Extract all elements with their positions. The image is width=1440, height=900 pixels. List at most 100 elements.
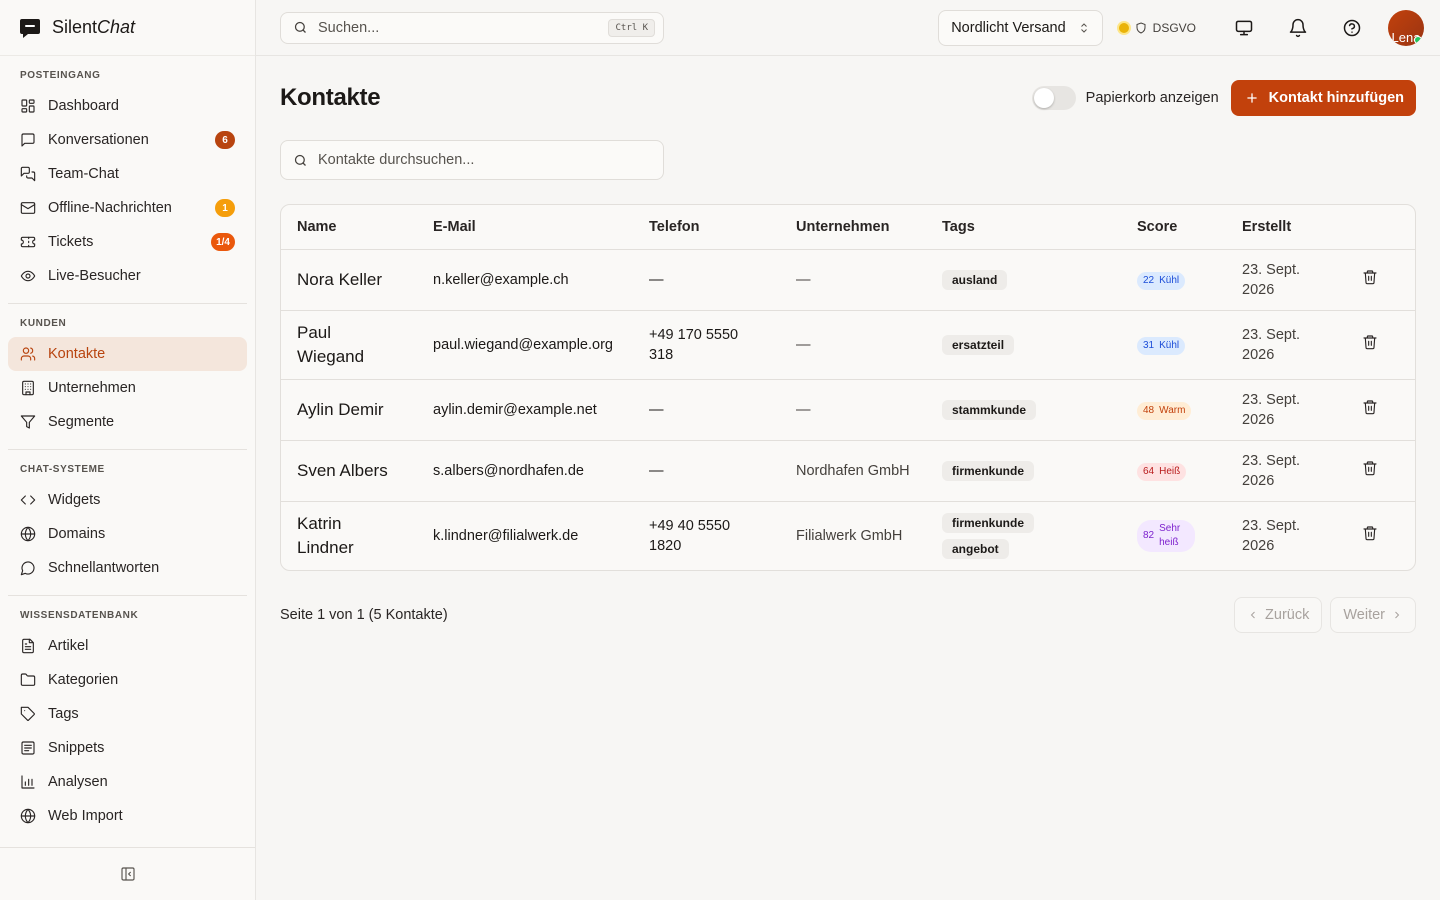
sidebar-item-analysen[interactable]: Analysen: [8, 765, 247, 799]
contact-phone: —: [633, 379, 780, 441]
contact-tags: firmenkunde angebot: [926, 501, 1121, 570]
plus-icon: [1246, 93, 1257, 103]
online-indicator: [1414, 35, 1422, 44]
sidebar-item-artikel[interactable]: Artikel: [8, 629, 247, 663]
contacts-table: Name E-Mail Telefon Unternehmen Tags Score Ers…: [280, 204, 1416, 571]
brand[interactable]: SilentChat: [0, 0, 255, 56]
nav-section: CHAT-SYSTEME Widgets Domains Schnellantwort…: [8, 450, 247, 596]
delete-contact-button[interactable]: [1346, 501, 1415, 570]
contact-search-input[interactable]: [318, 152, 651, 168]
sidebar-item-offline-nachrichten[interactable]: Offline-Nachrichten 1: [8, 191, 247, 225]
user-avatar[interactable]: Lena: [1388, 9, 1424, 46]
sidebar-nav: POSTEINGANG Dashboard Konversationen 6 Team-…: [0, 56, 255, 847]
delete-contact-button[interactable]: [1346, 379, 1415, 441]
table-row[interactable]: Aylin Demir aylin.demir@example.net — — stam…: [281, 379, 1415, 441]
nav-section-heading: KUNDEN: [20, 318, 67, 329]
table-row[interactable]: Katrin Lindner k.lindner@filialwerk.de +49…: [281, 501, 1415, 570]
notifications-button[interactable]: [1280, 10, 1316, 46]
sidebar-item-label: Dashboard: [48, 98, 119, 114]
trash-icon: [1363, 460, 1377, 475]
chat-logo-icon: [20, 18, 40, 38]
monitor-icon: [1235, 20, 1253, 35]
add-contact-button[interactable]: Kontakt hinzufügen: [1230, 80, 1416, 116]
page-header: Kontakte Papierkorb anzeigen Kontakt hin…: [280, 80, 1416, 116]
contact-email: s.albers@nordhafen.de: [417, 440, 633, 502]
contact-name[interactable]: Sven Albers: [281, 440, 417, 502]
table-header-row: Name E-Mail Telefon Unternehmen Tags Score Ers…: [281, 205, 1415, 250]
chevron-right-icon: [1395, 611, 1400, 618]
count-badge: 1: [215, 199, 235, 217]
monitor-button[interactable]: [1226, 10, 1262, 46]
column-header: Erstellt: [1226, 205, 1346, 250]
score-label: Heiß: [1159, 466, 1181, 477]
sidebar-item-label: Kontakte: [48, 346, 106, 362]
contact-email: paul.wiegand@example.org: [417, 310, 633, 380]
tag-chip: stammkunde: [942, 399, 1037, 420]
sidebar-item-unternehmen[interactable]: Unternehmen: [8, 371, 247, 405]
trash-icon: [1363, 525, 1377, 540]
table-row[interactable]: Sven Albers s.albers@nordhafen.de — Nordhaf…: [281, 440, 1415, 502]
sidebar-item-widgets[interactable]: Widgets: [8, 483, 247, 517]
contact-tags: firmenkunde: [926, 440, 1121, 502]
sidebar-item-dashboard[interactable]: Dashboard: [8, 89, 247, 123]
sidebar-item-konversationen[interactable]: Konversationen 6: [8, 123, 247, 157]
contact-name[interactable]: Paul Wiegand: [281, 310, 417, 380]
compliance-status[interactable]: DSGVO: [1118, 21, 1196, 35]
next-page-button[interactable]: Weiter: [1330, 596, 1416, 633]
score-badge: 22 Kühl: [1137, 272, 1186, 290]
previous-page-button[interactable]: Zurück: [1234, 596, 1323, 633]
message-circle-icon: [20, 560, 36, 576]
sidebar-item-label: Konversationen: [48, 132, 149, 148]
table-row[interactable]: Nora Keller n.keller@example.ch — — ausland 2…: [281, 249, 1415, 311]
column-header: Score: [1121, 205, 1226, 250]
contact-name[interactable]: Nora Keller: [281, 249, 417, 311]
contact-tags: ausland: [926, 249, 1121, 311]
sidebar-item-domains[interactable]: Domains: [8, 517, 247, 551]
sidebar-item-label: Offline-Nachrichten: [48, 200, 172, 216]
trash-toggle-label: Papierkorb anzeigen: [1085, 90, 1219, 106]
help-button[interactable]: [1334, 10, 1370, 46]
score-badge: 48 Warm: [1137, 402, 1192, 420]
sidebar-collapse-button[interactable]: [0, 847, 255, 900]
trash-toggle-group: Papierkorb anzeigen: [1031, 86, 1219, 110]
global-search-placeholder: Suchen...: [318, 19, 380, 36]
sidebar-item-segmente[interactable]: Segmente: [8, 405, 247, 439]
trash-toggle[interactable]: [1031, 86, 1076, 110]
organization-select[interactable]: Nordlicht Versand: [938, 9, 1103, 46]
sidebar-item-tags[interactable]: Tags: [8, 697, 247, 731]
delete-contact-button[interactable]: [1346, 310, 1415, 380]
content: Kontakte Papierkorb anzeigen Kontakt hin…: [256, 56, 1440, 633]
contact-created-date: 23. Sept. 2026: [1242, 517, 1301, 554]
sidebar-item-live-besucher[interactable]: Live-Besucher: [8, 259, 247, 293]
sidebar-item-web-import[interactable]: Web Import: [8, 799, 247, 833]
score-label: Sehr heiß: [1159, 522, 1181, 548]
score-value: 48: [1143, 405, 1155, 416]
delete-contact-button[interactable]: [1346, 440, 1415, 502]
contact-company: Nordhafen GmbH: [780, 440, 926, 502]
contact-phone: —: [633, 249, 780, 311]
sidebar-item-schnellantworten[interactable]: Schnellantworten: [8, 551, 247, 585]
nav-section-heading: WISSENSDATENBANK: [20, 610, 139, 621]
delete-contact-button[interactable]: [1346, 249, 1415, 311]
chevron-left-icon: [1250, 611, 1255, 618]
score-badge: 64 Heiß: [1137, 463, 1187, 481]
contact-name[interactable]: Katrin Lindner: [281, 501, 417, 570]
message-square-icon: [20, 132, 36, 148]
nav-section-heading: CHAT-SYSTEME: [20, 464, 105, 475]
organization-name: Nordlicht Versand: [951, 19, 1066, 36]
sidebar-item-kontakte[interactable]: Kontakte: [8, 337, 247, 371]
sidebar: SilentChat POSTEINGANG Dashboard Konversat…: [0, 0, 256, 900]
score-label: Kühl: [1159, 275, 1180, 286]
contact-name[interactable]: Aylin Demir: [281, 379, 417, 441]
sidebar-item-kategorien[interactable]: Kategorien: [8, 663, 247, 697]
column-header: Name: [281, 205, 417, 250]
table-row[interactable]: Paul Wiegand paul.wiegand@example.org +49 …: [281, 310, 1415, 380]
sidebar-item-team-chat[interactable]: Team-Chat: [8, 157, 247, 191]
contact-score: 22 Kühl: [1121, 249, 1226, 311]
global-search[interactable]: Suchen... Ctrl K: [280, 11, 664, 44]
contact-phone: +49 40 5550 1820: [649, 517, 731, 554]
tag-chip: angebot: [942, 538, 1009, 559]
sidebar-item-snippets[interactable]: Snippets: [8, 731, 247, 765]
sidebar-item-tickets[interactable]: Tickets 1/4: [8, 225, 247, 259]
contact-search: [280, 140, 664, 180]
